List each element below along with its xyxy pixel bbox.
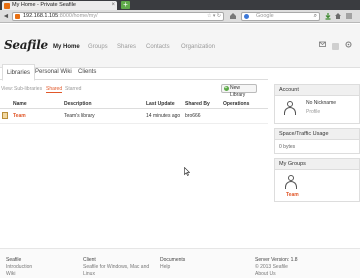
footer-copyright: © 2013 Seafile <box>255 264 288 270</box>
footer-server-version: Server Version: 1.8 <box>255 257 298 263</box>
browser-tab[interactable]: My Home - Private Seafile × <box>2 1 117 10</box>
library-name[interactable]: Team <box>13 113 26 119</box>
add-icon: + <box>223 85 229 91</box>
footer-about-link[interactable]: About Us <box>255 271 276 277</box>
library-icon <box>2 112 8 119</box>
mouse-cursor-icon <box>184 166 191 178</box>
search-placeholder: Google <box>256 13 274 19</box>
group-name[interactable]: Team <box>286 192 299 198</box>
tab-title: My Home - Private Seafile <box>12 2 76 8</box>
space-usage: 0 bytes <box>279 144 296 150</box>
groups-panel-title: My Groups <box>274 158 360 170</box>
col-name: Name <box>13 101 27 107</box>
tab-clients[interactable]: Clients <box>74 64 100 80</box>
header-user-area <box>315 41 352 50</box>
new-library-button[interactable]: + New Library <box>221 84 257 98</box>
url-bar[interactable]: 192.168.1.105:8000/home/my/ ☆ ▾ ↻ <box>12 12 224 21</box>
footer-introduction-link[interactable]: Introduction <box>6 264 32 270</box>
groups-panel: Team <box>274 170 360 202</box>
view-label: View: <box>1 86 14 92</box>
filter-starred[interactable]: Starred <box>65 86 81 92</box>
home-toolbar-icon[interactable] <box>333 12 342 21</box>
browser-tabbar: My Home - Private Seafile × + <box>0 0 360 10</box>
url-bar-icons[interactable]: ☆ ▾ ↻ <box>207 13 221 20</box>
footer-wiki-link[interactable]: Wiki <box>6 271 15 277</box>
nav-contacts[interactable]: Contacts <box>146 44 170 50</box>
nav-shares[interactable]: Shares <box>117 44 136 50</box>
nav-my-home[interactable]: My Home <box>53 44 80 50</box>
home-tabs: Libraries Personal Wiki Clients <box>0 64 268 81</box>
url-host: 192.168.1.105 <box>23 13 59 19</box>
library-shared-by: bro666 <box>185 113 201 119</box>
back-button[interactable]: ◄ <box>2 12 10 21</box>
space-panel: 0 bytes <box>274 140 360 154</box>
col-shared-by: Shared By <box>185 101 210 107</box>
profile-link[interactable]: Profile <box>306 109 320 115</box>
table-row[interactable]: Team Team's library 14 minutes ago bro66… <box>0 109 268 124</box>
home-icon[interactable] <box>228 12 237 21</box>
footer-client-link-2[interactable]: Linux <box>83 271 95 277</box>
col-operations: Operations <box>223 101 250 107</box>
menu-icon[interactable] <box>344 12 353 21</box>
tab-personal-wiki[interactable]: Personal Wiki <box>31 64 76 80</box>
new-library-label: New Library <box>230 85 246 98</box>
nav-groups[interactable]: Groups <box>88 44 108 50</box>
google-icon <box>244 14 249 19</box>
tab-close-icon[interactable]: × <box>111 1 115 10</box>
footer-client-link[interactable]: Seafile for Windows, Mac and <box>83 264 149 270</box>
space-panel-title: Space/Traffic Usage <box>274 128 360 140</box>
seafile-header: Seafile My Home Groups Shares Contacts O… <box>0 24 360 68</box>
col-description: Description <box>64 101 92 107</box>
footer: Seafile Introduction Wiki Client Seafile… <box>0 248 360 278</box>
footer-client-title: Client <box>83 257 96 263</box>
filter-shared[interactable]: Shared <box>46 86 63 93</box>
account-panel-title: Account <box>274 84 360 96</box>
footer-documents-title: Documents <box>160 257 186 263</box>
library-table-header: Name Description Last Update Shared By O… <box>0 99 268 109</box>
search-icon[interactable]: ⌕ <box>314 13 317 20</box>
account-nickname: No Nickname <box>306 100 337 106</box>
library-last-update: 14 minutes ago <box>146 113 181 119</box>
group-icon[interactable] <box>285 175 297 189</box>
footer-seafile-title: Seafile <box>6 257 22 263</box>
browser-navbar: ◄ 192.168.1.105:8000/home/my/ ☆ ▾ ↻ Goog… <box>0 10 360 23</box>
url-path: :8000/home/my/ <box>58 13 98 19</box>
settings-icon[interactable] <box>345 41 352 50</box>
seafile-logo[interactable]: Seafile <box>4 38 48 52</box>
avatar[interactable] <box>332 42 340 50</box>
seafile-favicon-icon <box>4 2 10 9</box>
search-bar[interactable]: Google ⌕ <box>241 12 320 21</box>
footer-help-link[interactable]: Help <box>160 264 170 270</box>
notification-icon[interactable] <box>319 41 328 50</box>
filter-sub-libraries[interactable]: Sub-libraries <box>14 86 42 92</box>
user-avatar-icon <box>284 101 296 115</box>
download-icon[interactable] <box>323 12 332 21</box>
account-panel: No Nickname Profile <box>274 96 360 124</box>
col-last-update: Last Update <box>146 101 175 107</box>
library-description: Team's library <box>64 113 95 119</box>
site-identity-icon <box>15 14 20 19</box>
nav-organization[interactable]: Organization <box>181 44 215 50</box>
new-tab-button[interactable]: + <box>121 1 130 9</box>
